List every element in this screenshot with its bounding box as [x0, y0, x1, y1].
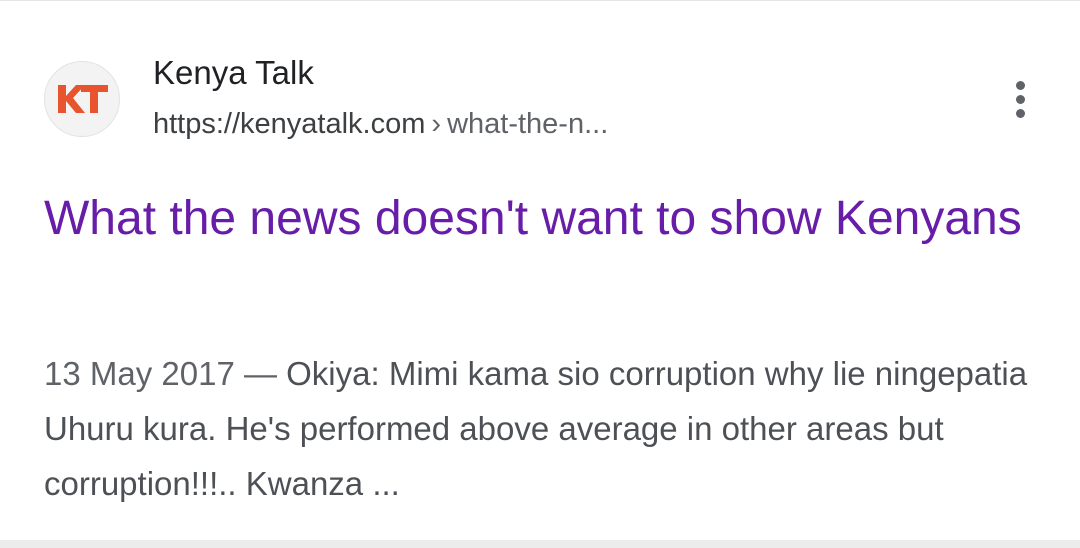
result-snippet: 13 May 2017 — Okiya: Mimi kama sio corru…	[44, 346, 1044, 511]
site-url[interactable]: https://kenyatalk.com › what-the-n...	[153, 105, 608, 143]
more-vertical-icon-dot	[1015, 108, 1025, 118]
snippet-date: 13 May 2017 —	[44, 355, 277, 392]
url-separator: ›	[431, 108, 442, 140]
site-name[interactable]: Kenya Talk	[153, 53, 314, 93]
more-options-button[interactable]	[1000, 77, 1040, 121]
result-title-link[interactable]: What the news doesn't want to show Kenya…	[44, 183, 1044, 255]
search-result-card: Kenya Talk https://kenyatalk.com › what-th…	[0, 0, 1080, 548]
kenya-talk-logo-glyph	[58, 85, 108, 113]
url-path: what-the-n...	[447, 108, 609, 140]
kenya-talk-logo-icon[interactable]	[44, 61, 120, 137]
url-domain: https://kenyatalk.com	[153, 108, 426, 140]
more-vertical-icon-dot	[1015, 94, 1025, 104]
card-bottom-divider	[0, 540, 1080, 548]
more-vertical-icon	[1015, 80, 1025, 90]
